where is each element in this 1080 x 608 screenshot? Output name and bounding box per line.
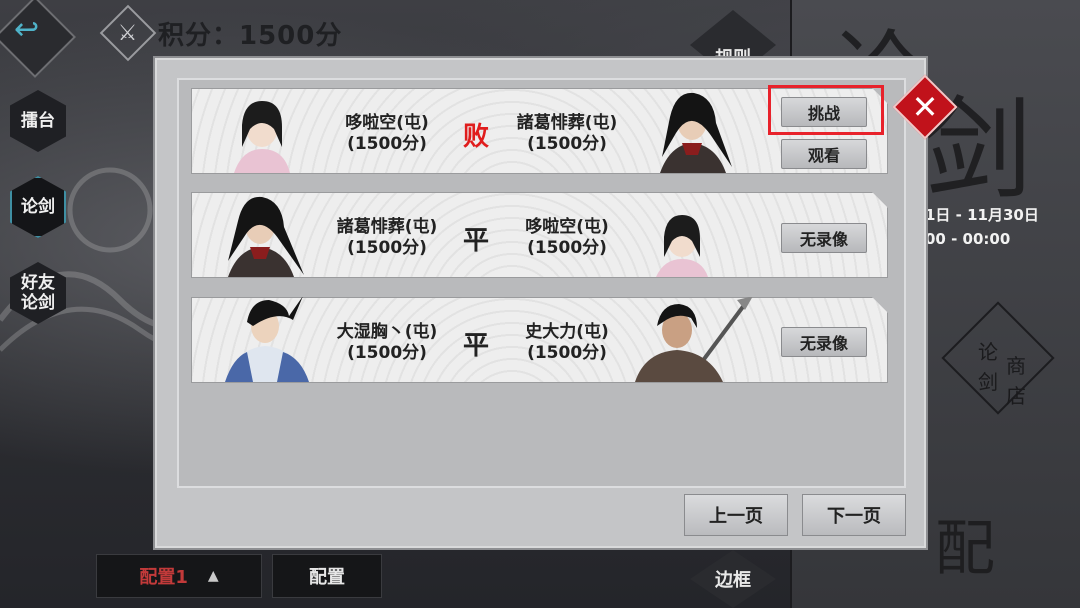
config-button[interactable]: 配置: [272, 554, 382, 598]
event-date-range: 1日 - 11月30日: [925, 206, 1039, 224]
right-player-name: 諸葛悱葬(屯): [516, 113, 618, 133]
left-player-name: 大湿胸丶(屯): [336, 322, 438, 342]
right-player: 哆啦空(屯) (1500分): [497, 217, 637, 259]
right-player-score: (1500分): [527, 134, 607, 154]
no-replay-button[interactable]: 无录像: [781, 223, 867, 253]
left-player: 哆啦空(屯) (1500分): [317, 113, 457, 155]
score-label: 积分：1500分: [158, 20, 343, 51]
match-result: 平: [462, 331, 489, 361]
right-player-name: 史大力(屯): [525, 322, 609, 342]
right-player: 諸葛悱葬(屯) (1500分): [497, 113, 637, 155]
challenge-highlight-box: [768, 85, 884, 135]
left-player: 大湿胸丶(屯) (1500分): [317, 322, 457, 364]
left-player-score: (1500分): [347, 134, 427, 154]
crossed-swords-icon: ⚔: [99, 4, 157, 62]
player-portrait-scholar: [217, 296, 317, 382]
shop-char-1: 论: [978, 340, 998, 364]
left-player: 諸葛悱葬(屯) (1500分): [317, 217, 457, 259]
back-arrow-icon: ↩: [14, 12, 40, 47]
right-player-name: 哆啦空(屯): [525, 217, 609, 237]
left-player-score: (1500分): [347, 343, 427, 363]
match-result: 平: [462, 226, 489, 256]
right-player-score: (1500分): [527, 238, 607, 258]
loadout-label: 配置1: [139, 567, 188, 588]
event-time-range: 00 - 00:00: [925, 230, 1011, 248]
caret-up-icon: ▲: [207, 568, 219, 584]
left-player-name: 哆啦空(屯): [345, 113, 429, 133]
config-deco-char: 配: [935, 514, 995, 584]
shop-char-3: 商: [1006, 354, 1026, 378]
player-portrait-warrior: [627, 296, 757, 382]
loadout-select[interactable]: 配置1 ▲: [96, 554, 262, 598]
left-player-name: 諸葛悱葬(屯): [336, 217, 438, 237]
right-player-score: (1500分): [527, 343, 607, 363]
match-result: 败: [462, 122, 489, 152]
close-icon: ✕: [911, 88, 939, 126]
prev-page-button[interactable]: 上一页: [684, 494, 788, 536]
shop-char-4: 店: [1006, 384, 1026, 408]
player-portrait-male: [212, 191, 312, 277]
panel-title-char-2: 剑: [922, 86, 1032, 214]
no-replay-button[interactable]: 无录像: [781, 327, 867, 357]
left-player-score: (1500分): [347, 238, 427, 258]
shop-char-2: 剑: [978, 370, 998, 394]
score-display: ⚔ 积分：1500分: [99, 4, 343, 62]
watch-replay-button[interactable]: 观看: [781, 139, 867, 169]
player-portrait-female: [212, 87, 312, 173]
player-portrait-male: [642, 87, 742, 173]
player-portrait-female: [632, 191, 732, 277]
next-page-button[interactable]: 下一页: [802, 494, 906, 536]
right-player: 史大力(屯) (1500分): [497, 322, 637, 364]
